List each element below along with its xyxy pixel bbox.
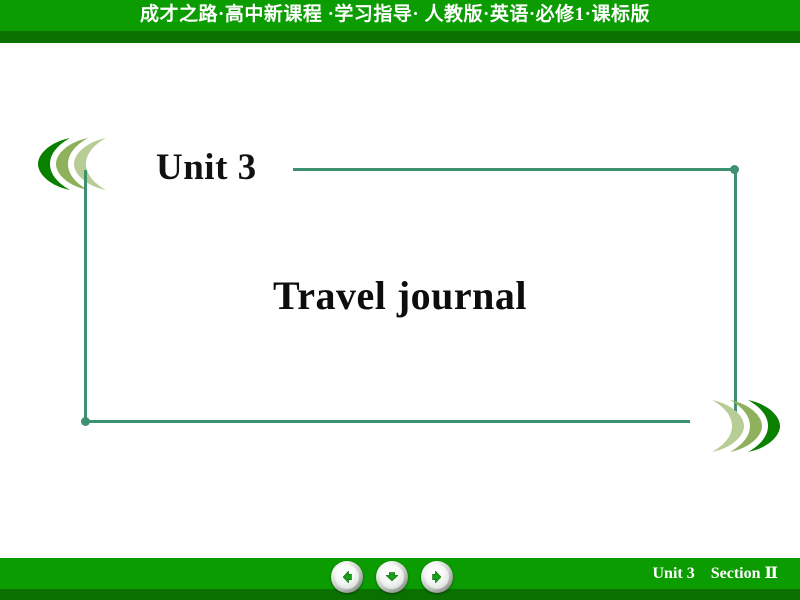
arrow-down-icon	[384, 569, 400, 585]
previous-slide-button[interactable]	[331, 561, 363, 593]
arrow-left-icon	[339, 569, 355, 585]
arrow-right-icon	[429, 569, 445, 585]
slide-navigation-controls	[331, 558, 453, 594]
down-slide-button-face	[380, 565, 404, 589]
header-band-shadow	[0, 31, 800, 43]
chevron-cluster-right-icon	[688, 400, 780, 452]
unit-heading: Unit 3	[156, 147, 257, 188]
frame-line-top	[293, 168, 735, 171]
footer-unit-section-label: Unit 3 Section Ⅱ	[652, 565, 779, 582]
header-title: 成才之路·高中新课程 ·学习指导· 人教版·英语·必修1·课标版	[139, 4, 651, 25]
header-band: 成才之路·高中新课程 ·学习指导· 人教版·英语·必修1·课标版	[0, 0, 800, 43]
next-slide-button-face	[425, 565, 449, 589]
next-slide-button[interactable]	[421, 561, 453, 593]
presentation-slide: 成才之路·高中新课程 ·学习指导· 人教版·英语·必修1·课标版 Unit 3 …	[0, 0, 800, 600]
slide-title: Travel journal	[272, 273, 527, 318]
previous-slide-button-face	[335, 565, 359, 589]
frame-dot-bottom-left	[81, 417, 90, 426]
down-slide-button[interactable]	[376, 561, 408, 593]
frame-line-bottom	[85, 420, 690, 423]
frame-dot-top-right	[730, 165, 739, 174]
